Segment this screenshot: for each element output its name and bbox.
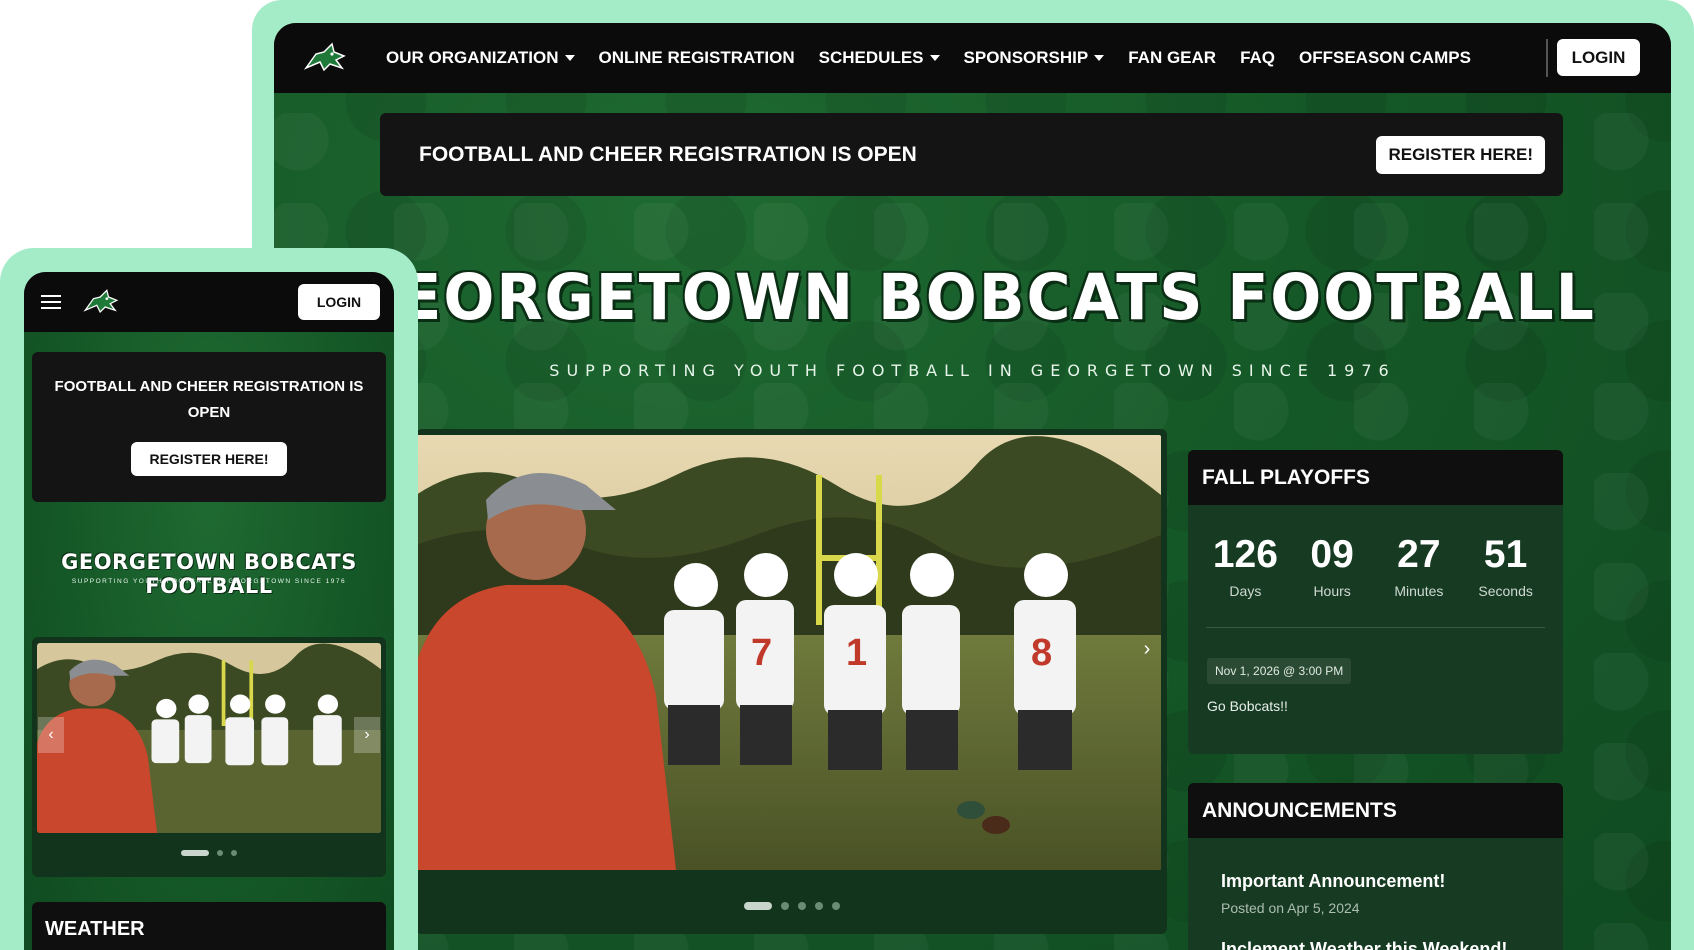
hamburger-icon[interactable] (41, 291, 61, 313)
caret-down-icon (564, 55, 575, 61)
svg-text:1: 1 (846, 632, 867, 674)
mobile-carousel-prev-arrow[interactable]: ‹ (38, 717, 64, 753)
mobile-login-button[interactable]: LOGIN (298, 284, 380, 320)
announcement-title[interactable]: Important Announcement! (1221, 871, 1563, 892)
coach-and-players-image: 7 1 8 (416, 435, 1161, 870)
nav-item-sponsorship[interactable]: SPONSORSHIP (964, 48, 1105, 68)
fall-playoffs-card: FALL PLAYOFFS 126 Days 09 Hours 27 Minut… (1188, 450, 1563, 754)
event-text: Go Bobcats!! (1207, 698, 1288, 714)
caret-down-icon (929, 55, 940, 61)
chevron-right-icon: › (1143, 637, 1151, 660)
svg-text:8: 8 (1031, 632, 1052, 674)
bobcat-logo-icon[interactable] (302, 40, 348, 76)
carousel-dot-2[interactable] (780, 902, 789, 910)
carousel-dot-2[interactable] (217, 850, 223, 856)
nav-item-online-registration[interactable]: ONLINE REGISTRATION (599, 48, 795, 68)
bobcat-logo-icon[interactable] (81, 287, 121, 317)
nav-menu: OUR ORGANIZATION ONLINE REGISTRATION SCH… (386, 48, 1495, 68)
mobile-hero-carousel: ‹ › (32, 637, 386, 877)
countdown-timer: 126 Days 09 Hours 27 Minutes 51 Seconds (1188, 505, 1563, 599)
mobile-registration-banner: FOOTBALL AND CHEER REGISTRATION IS OPEN … (32, 352, 386, 502)
countdown-value: 09 (1310, 533, 1354, 576)
mobile-weather-heading: WEATHER (32, 902, 386, 950)
register-here-button[interactable]: REGISTER HERE! (1376, 135, 1545, 174)
countdown-value: 27 (1397, 533, 1441, 576)
mobile-carousel-next-arrow[interactable]: › (354, 717, 380, 753)
chevron-left-icon: ‹ (48, 726, 54, 743)
nav-item-faq[interactable]: FAQ (1240, 48, 1275, 68)
event-date-badge: Nov 1, 2026 @ 3:00 PM (1207, 658, 1352, 684)
mobile-registration-text: FOOTBALL AND CHEER REGISTRATION IS OPEN (54, 378, 364, 421)
coach-and-players-image (37, 643, 381, 833)
countdown-label: Minutes (1394, 583, 1444, 599)
announcement-date: Posted on Apr 5, 2024 (1221, 900, 1360, 916)
desktop-screen: OUR ORGANIZATION ONLINE REGISTRATION SCH… (274, 23, 1671, 950)
nav-divider (1546, 39, 1548, 77)
announcements-heading: ANNOUNCEMENTS (1188, 783, 1563, 838)
fall-playoffs-heading: FALL PLAYOFFS (1188, 450, 1563, 505)
announcement-title[interactable]: Inclement Weather this Weekend! (1221, 939, 1563, 950)
chevron-right-icon: › (364, 726, 370, 743)
announcement-item[interactable]: Inclement Weather this Weekend! (1188, 939, 1563, 950)
announcements-card: ANNOUNCEMENTS Important Announcement! Po… (1188, 783, 1563, 950)
nav-label: SCHEDULES (818, 48, 924, 67)
hero-title: GEORGETOWN BOBCATS FOOTBALL (349, 261, 1596, 335)
top-navigation: OUR ORGANIZATION ONLINE REGISTRATION SCH… (274, 23, 1671, 93)
mobile-top-navigation: LOGIN (24, 272, 394, 332)
countdown-seconds: 51 Seconds (1466, 533, 1546, 599)
carousel-dots (416, 902, 1167, 910)
countdown-days: 126 Days (1205, 533, 1285, 599)
carousel-photo: 7 1 8 (416, 435, 1161, 870)
nav-label: ONLINE REGISTRATION (598, 48, 795, 67)
countdown-hours: 09 Hours (1292, 533, 1372, 599)
nav-item-offseason-camps[interactable]: OFFSEASON CAMPS (1299, 48, 1471, 68)
countdown-value: 51 (1483, 533, 1528, 576)
announcement-item[interactable]: Important Announcement! Posted on Apr 5,… (1188, 871, 1563, 916)
mobile-carousel-dots (32, 850, 386, 856)
registration-banner: FOOTBALL AND CHEER REGISTRATION IS OPEN … (380, 113, 1563, 196)
mobile-register-here-button[interactable]: REGISTER HERE! (131, 442, 287, 476)
countdown-minutes: 27 Minutes (1379, 533, 1459, 599)
marketing-stage: OUR ORGANIZATION ONLINE REGISTRATION SCH… (0, 0, 1694, 950)
countdown-label: Hours (1313, 583, 1351, 599)
carousel-dot-1[interactable] (743, 902, 772, 910)
registration-text: FOOTBALL AND CHEER REGISTRATION IS OPEN (419, 142, 917, 166)
mobile-hero-title: GEORGETOWN BOBCATS FOOTBALL (61, 550, 357, 598)
carousel-dot-5[interactable] (831, 902, 840, 910)
login-button[interactable]: LOGIN (1557, 39, 1640, 76)
carousel-next-arrow[interactable]: › (1135, 624, 1159, 674)
mobile-carousel-photo (37, 643, 381, 833)
hero-carousel: 7 1 8 › (416, 429, 1167, 934)
nav-item-schedules[interactable]: SCHEDULES (819, 48, 940, 68)
svg-text:7: 7 (751, 632, 772, 674)
nav-label: OUR ORGANIZATION (386, 48, 559, 67)
nav-item-fan-gear[interactable]: FAN GEAR (1128, 48, 1216, 68)
countdown-value: 126 (1212, 533, 1278, 576)
hero-subtitle: SUPPORTING YOUTH FOOTBALL IN GEORGETOWN … (549, 361, 1396, 380)
nav-label: OFFSEASON CAMPS (1299, 48, 1471, 67)
carousel-dot-4[interactable] (814, 902, 823, 910)
countdown-label: Seconds (1478, 583, 1533, 599)
nav-item-our-organization[interactable]: OUR ORGANIZATION (386, 48, 575, 68)
carousel-dot-1[interactable] (181, 850, 209, 856)
carousel-dot-3[interactable] (231, 850, 237, 856)
caret-down-icon (1094, 55, 1105, 61)
mobile-hero-subtitle: SUPPORTING YOUTH FOOTBALL IN GEORGETOWN … (71, 578, 347, 585)
nav-label: SPONSORSHIP (963, 48, 1089, 67)
mobile-screen: LOGIN FOOTBALL AND CHEER REGISTRATION IS… (24, 272, 394, 950)
nav-label: FAN GEAR (1128, 48, 1217, 67)
nav-label: FAQ (1240, 48, 1276, 67)
carousel-dot-3[interactable] (797, 902, 806, 910)
countdown-label: Days (1229, 583, 1262, 599)
divider (1206, 627, 1545, 628)
